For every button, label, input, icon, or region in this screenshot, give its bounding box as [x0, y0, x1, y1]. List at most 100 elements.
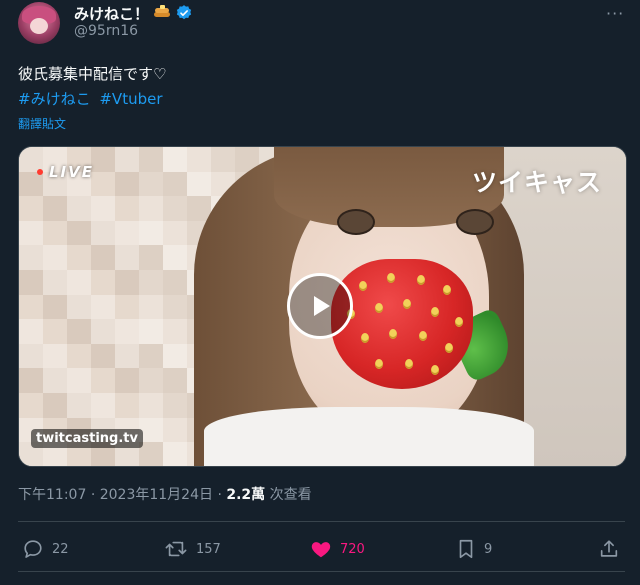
mosaic-tile [139, 294, 163, 320]
reply-count: 22 [52, 541, 69, 557]
verified-badge-icon[interactable] [175, 4, 193, 22]
tweet-text: 彼氏募集中配信です♡ [18, 65, 167, 83]
mosaic-tile [115, 147, 139, 172]
mosaic-tile [115, 220, 139, 246]
avatar-face [30, 18, 48, 34]
share-icon [600, 540, 618, 557]
retweet-button[interactable]: 157 [164, 531, 221, 567]
bookmark-count: 9 [484, 541, 493, 557]
live-indicator: LIVE [37, 163, 94, 181]
translate-post-link[interactable]: 翻譯貼文 [18, 115, 66, 132]
mosaic-tile [139, 343, 163, 369]
mosaic-tile [163, 417, 187, 443]
mosaic-tile [67, 294, 91, 320]
heart-filled-icon [311, 542, 331, 558]
mosaic-tile [139, 171, 163, 197]
mosaic-tile [67, 319, 91, 344]
view-count-label: 次查看 [269, 487, 312, 503]
mosaic-tile [91, 220, 115, 246]
hashtag-row: #みけねこ #Vtuber [18, 87, 167, 111]
media-source-watermark[interactable]: twitcasting.tv [31, 429, 143, 448]
mosaic-tile [91, 245, 115, 270]
share-button[interactable] [598, 531, 620, 567]
mosaic-tile [19, 196, 43, 221]
live-label: LIVE [49, 163, 94, 181]
mosaic-tile [115, 392, 139, 418]
mosaic-tile [67, 392, 91, 418]
mosaic-tile [43, 269, 67, 295]
mosaic-tile [67, 196, 91, 221]
mosaic-tile [139, 269, 163, 295]
tweet-date[interactable]: 2023年11月24日 [100, 487, 213, 503]
play-icon [314, 296, 330, 316]
mosaic-tile [43, 220, 67, 246]
mosaic-tile [19, 245, 43, 270]
avatar[interactable] [18, 2, 60, 44]
strawberry-sticker [331, 259, 473, 389]
mosaic-tile [43, 319, 67, 344]
mosaic-tile [43, 245, 67, 270]
mosaic-tile [67, 368, 91, 393]
like-count: 720 [340, 541, 365, 557]
mosaic-tile [115, 269, 139, 295]
mosaic-tile [163, 171, 187, 197]
mosaic-tile [19, 269, 43, 295]
mosaic-tile [139, 196, 163, 221]
mosaic-tile [163, 368, 187, 393]
twitcasting-brand-label: ツイキャス [471, 168, 602, 197]
mosaic-tile [139, 442, 163, 466]
mosaic-tile [19, 319, 43, 344]
mosaic-tile [139, 220, 163, 246]
reply-button[interactable]: 22 [22, 531, 69, 567]
mosaic-tile [163, 442, 187, 466]
mosaic-tile [163, 343, 187, 369]
mosaic-tile [91, 368, 115, 393]
mosaic-tile [91, 294, 115, 320]
mosaic-tile [139, 392, 163, 418]
mosaic-tile [163, 245, 187, 270]
hashtag-link[interactable]: #みけねこ [18, 90, 91, 108]
mosaic-tile [43, 343, 67, 369]
mosaic-tile [187, 171, 211, 197]
mosaic-tile [163, 269, 187, 295]
mosaic-tile [139, 147, 163, 172]
mosaic-tile [43, 294, 67, 320]
mosaic-tile [43, 392, 67, 418]
mosaic-tile [115, 171, 139, 197]
mosaic-tile [139, 368, 163, 393]
mosaic-tile [163, 220, 187, 246]
actions-top-divider [18, 521, 625, 522]
mosaic-tile [163, 392, 187, 418]
tweet-actions-bar: 22 157 720 9 [18, 531, 625, 567]
mosaic-tile [43, 196, 67, 221]
mosaic-tile [19, 220, 43, 246]
tweet-time[interactable]: 下午11:07 [18, 487, 86, 503]
mosaic-tile [115, 368, 139, 393]
live-dot-icon [37, 169, 43, 175]
streamer-eye [337, 209, 375, 235]
tweet-metadata: 下午11:07 · 2023年11月24日 · 2.2萬 次查看 [18, 484, 312, 504]
mosaic-tile [187, 147, 211, 172]
meta-separator: · [217, 487, 222, 503]
mosaic-tile [19, 294, 43, 320]
mosaic-tile [91, 147, 115, 172]
more-options-icon[interactable]: ··· [606, 4, 624, 23]
mosaic-tile [67, 343, 91, 369]
mosaic-tile [115, 319, 139, 344]
author-handle[interactable]: @95rn16 [74, 23, 138, 39]
hashtag-link[interactable]: #Vtuber [99, 90, 162, 108]
mosaic-tile [163, 294, 187, 320]
display-name[interactable]: みけねこ！ [74, 3, 149, 24]
bookmark-icon [459, 539, 473, 559]
mosaic-tile [91, 269, 115, 295]
like-button[interactable]: 720 [310, 531, 365, 567]
view-count[interactable]: 2.2萬 [226, 487, 265, 503]
mosaic-tile [139, 245, 163, 270]
mosaic-tile [91, 319, 115, 344]
streamer-shirt [204, 407, 534, 466]
video-media[interactable]: LIVE ツイキャス twitcasting.tv [18, 146, 627, 467]
pancake-icon [153, 5, 171, 21]
bookmark-button[interactable]: 9 [456, 531, 492, 567]
play-button[interactable] [287, 273, 353, 339]
mosaic-tile [67, 220, 91, 246]
